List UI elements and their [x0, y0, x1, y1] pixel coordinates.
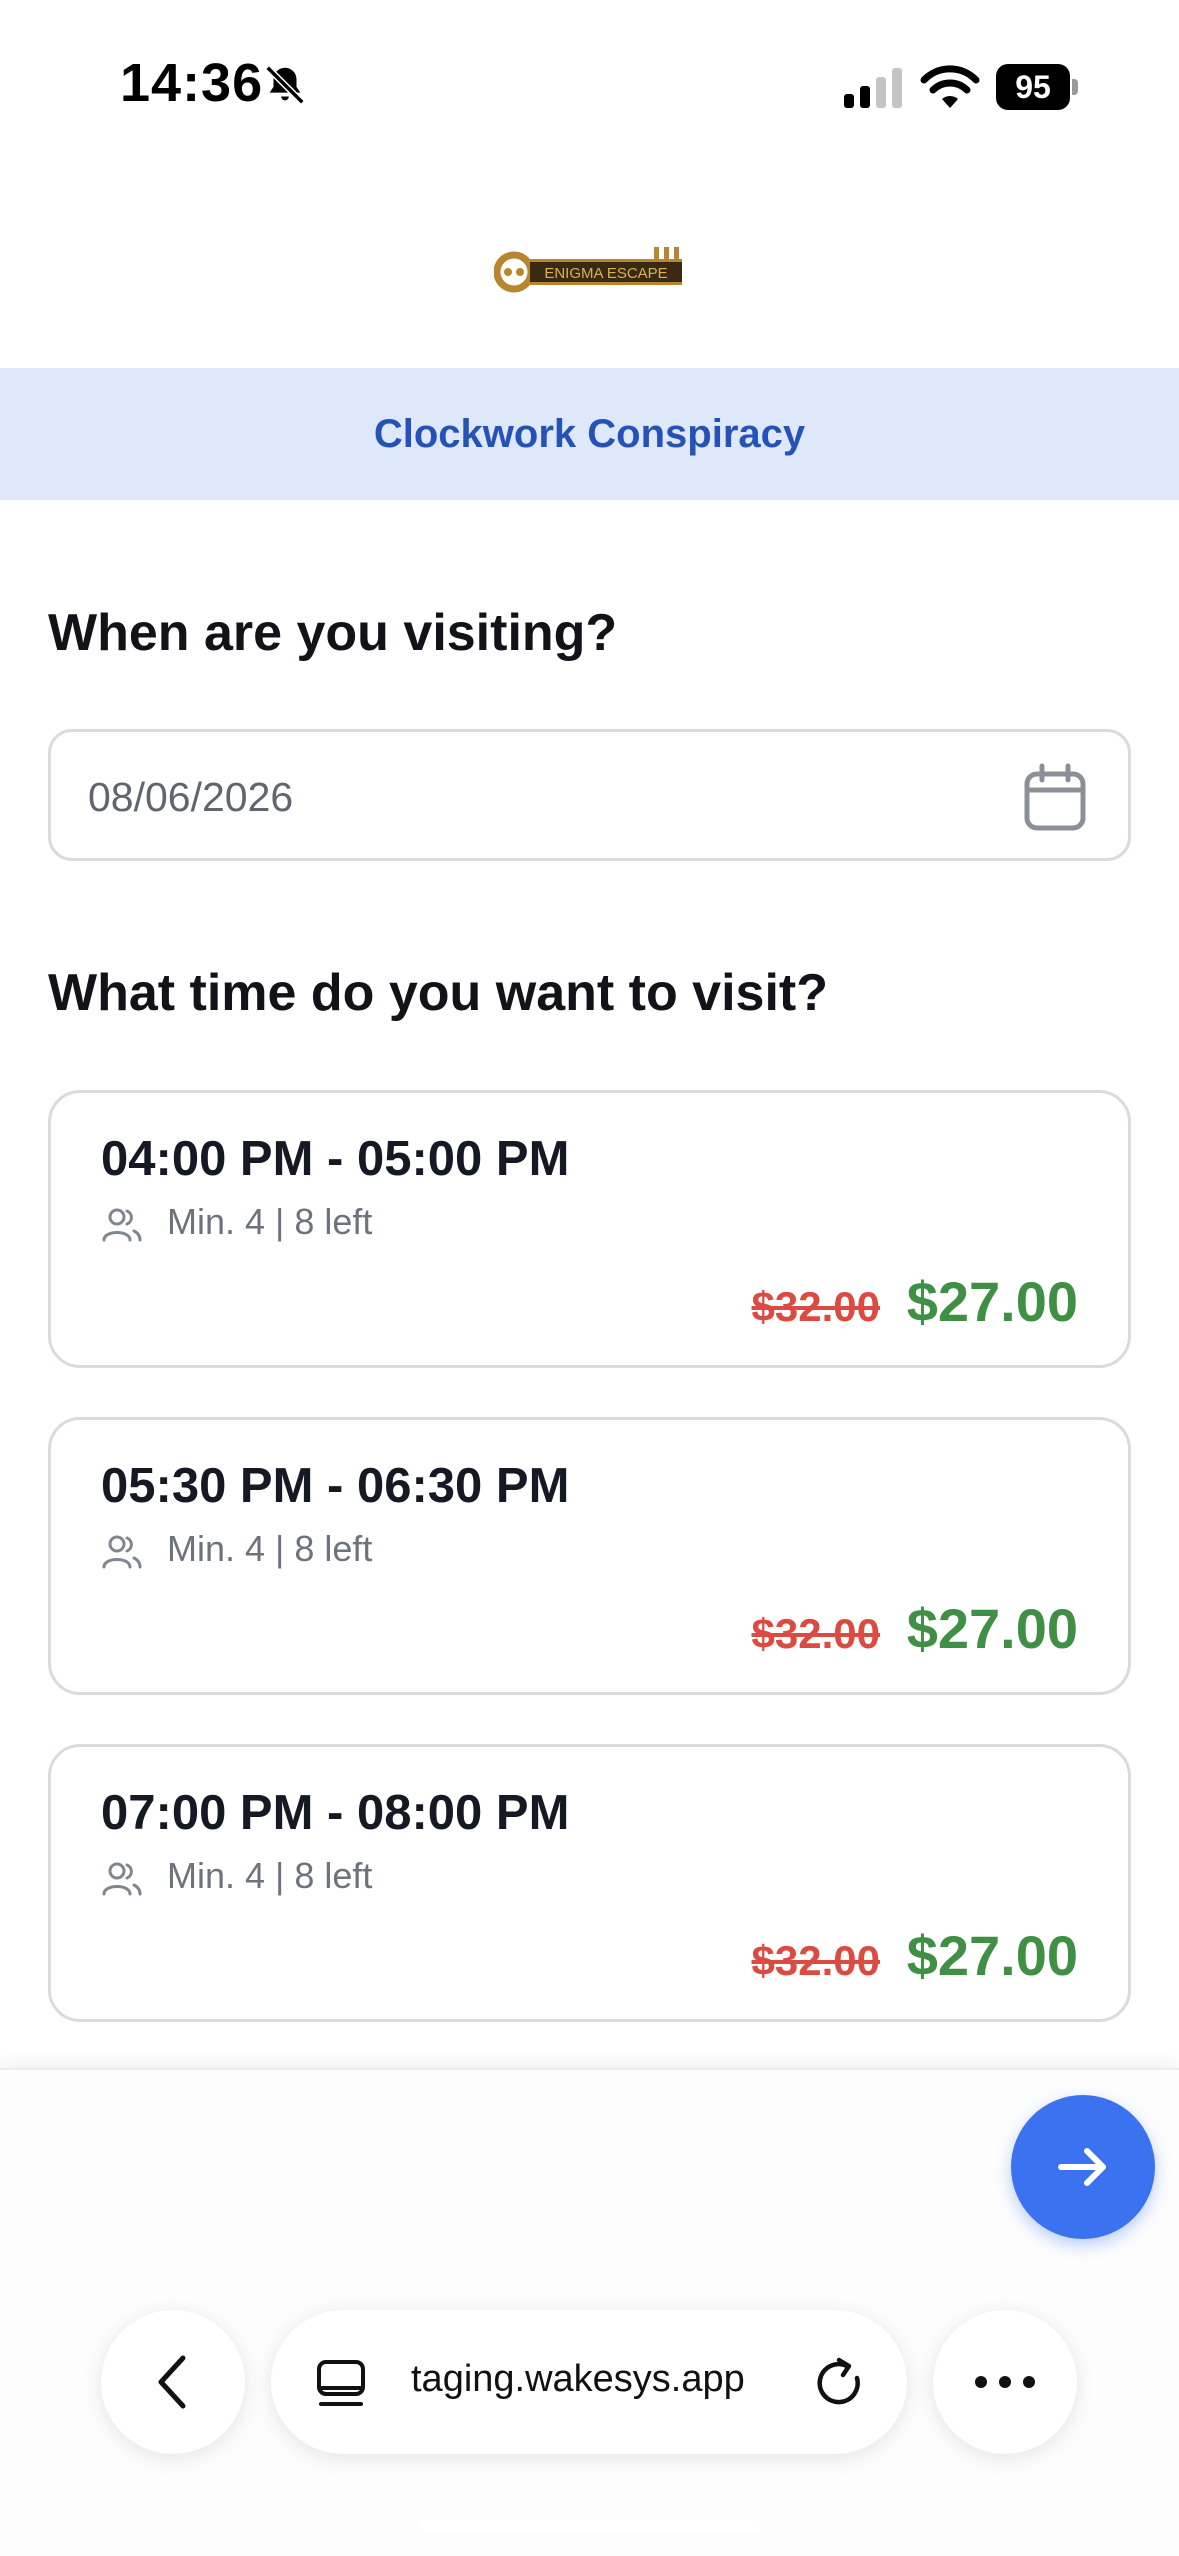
slot-time: 04:00 PM - 05:00 PM [101, 1132, 570, 1186]
room-banner: Clockwork Conspiracy [0, 368, 1179, 500]
date-input[interactable]: 08/06/2026 [48, 729, 1131, 861]
time-heading: What time do you want to visit? [48, 964, 828, 1022]
booking-page: 14:36 95 ENIGMA ESCAPE Clockwork Conspir… [0, 0, 1179, 2556]
reload-icon[interactable] [813, 2356, 867, 2410]
slot-capacity: Min. 4 | 8 left [167, 1201, 373, 1242]
status-bar: 14:36 95 [0, 0, 1179, 150]
tabs-icon[interactable] [315, 2358, 367, 2410]
discounted-price: $27.00 [906, 1924, 1078, 1987]
time-slot-card[interactable]: 04:00 PM - 05:00 PM Min. 4 | 8 left $32.… [48, 1090, 1131, 1368]
next-button[interactable] [1011, 2095, 1155, 2239]
bell-slash-icon [265, 65, 305, 105]
room-title: Clockwork Conspiracy [373, 411, 806, 456]
slot-time: 05:30 PM - 06:30 PM [101, 1459, 570, 1513]
slot-capacity: Min. 4 | 8 left [167, 1855, 373, 1896]
slot-time: 07:00 PM - 08:00 PM [101, 1786, 570, 1840]
original-price: $32.00 [751, 1610, 880, 1657]
original-price: $32.00 [751, 1283, 880, 1330]
people-icon [102, 1208, 142, 1242]
back-chevron-icon [158, 2355, 186, 2409]
logo-text: ENIGMA ESCAPE [544, 265, 667, 282]
slot-capacity: Min. 4 | 8 left [167, 1528, 373, 1569]
more-options-button[interactable] [933, 2310, 1077, 2454]
people-icon [102, 1862, 142, 1896]
discounted-price: $27.00 [906, 1597, 1078, 1660]
more-icon [975, 2376, 1035, 2388]
people-icon [102, 1535, 142, 1569]
browser-back-button[interactable] [101, 2310, 245, 2454]
discounted-price: $27.00 [906, 1270, 1078, 1333]
time-slot-card[interactable]: 05:30 PM - 06:30 PM Min. 4 | 8 left $32.… [48, 1417, 1131, 1695]
home-indicator [420, 2520, 760, 2532]
battery-tip [1072, 79, 1078, 95]
cellular-signal-icon [844, 68, 902, 108]
browser-toolbar: taging.wakesys.app [0, 2300, 1179, 2460]
date-heading: When are you visiting? [48, 604, 618, 662]
arrow-right-icon [1058, 2148, 1106, 2186]
time-slot-card[interactable]: 07:00 PM - 08:00 PM Min. 4 | 8 left $32.… [48, 1744, 1131, 2022]
date-value: 08/06/2026 [88, 774, 294, 820]
enigma-escape-logo: ENIGMA ESCAPE [494, 247, 682, 293]
battery-level: 95 [996, 64, 1070, 110]
status-time: 14:36 [120, 53, 264, 113]
url-text: taging.wakesys.app [411, 2358, 745, 2400]
address-bar[interactable]: taging.wakesys.app [271, 2310, 907, 2454]
calendar-icon[interactable] [1022, 763, 1088, 833]
wifi-icon [920, 65, 980, 108]
original-price: $32.00 [751, 1937, 880, 1984]
battery-icon: 95 [996, 64, 1080, 110]
